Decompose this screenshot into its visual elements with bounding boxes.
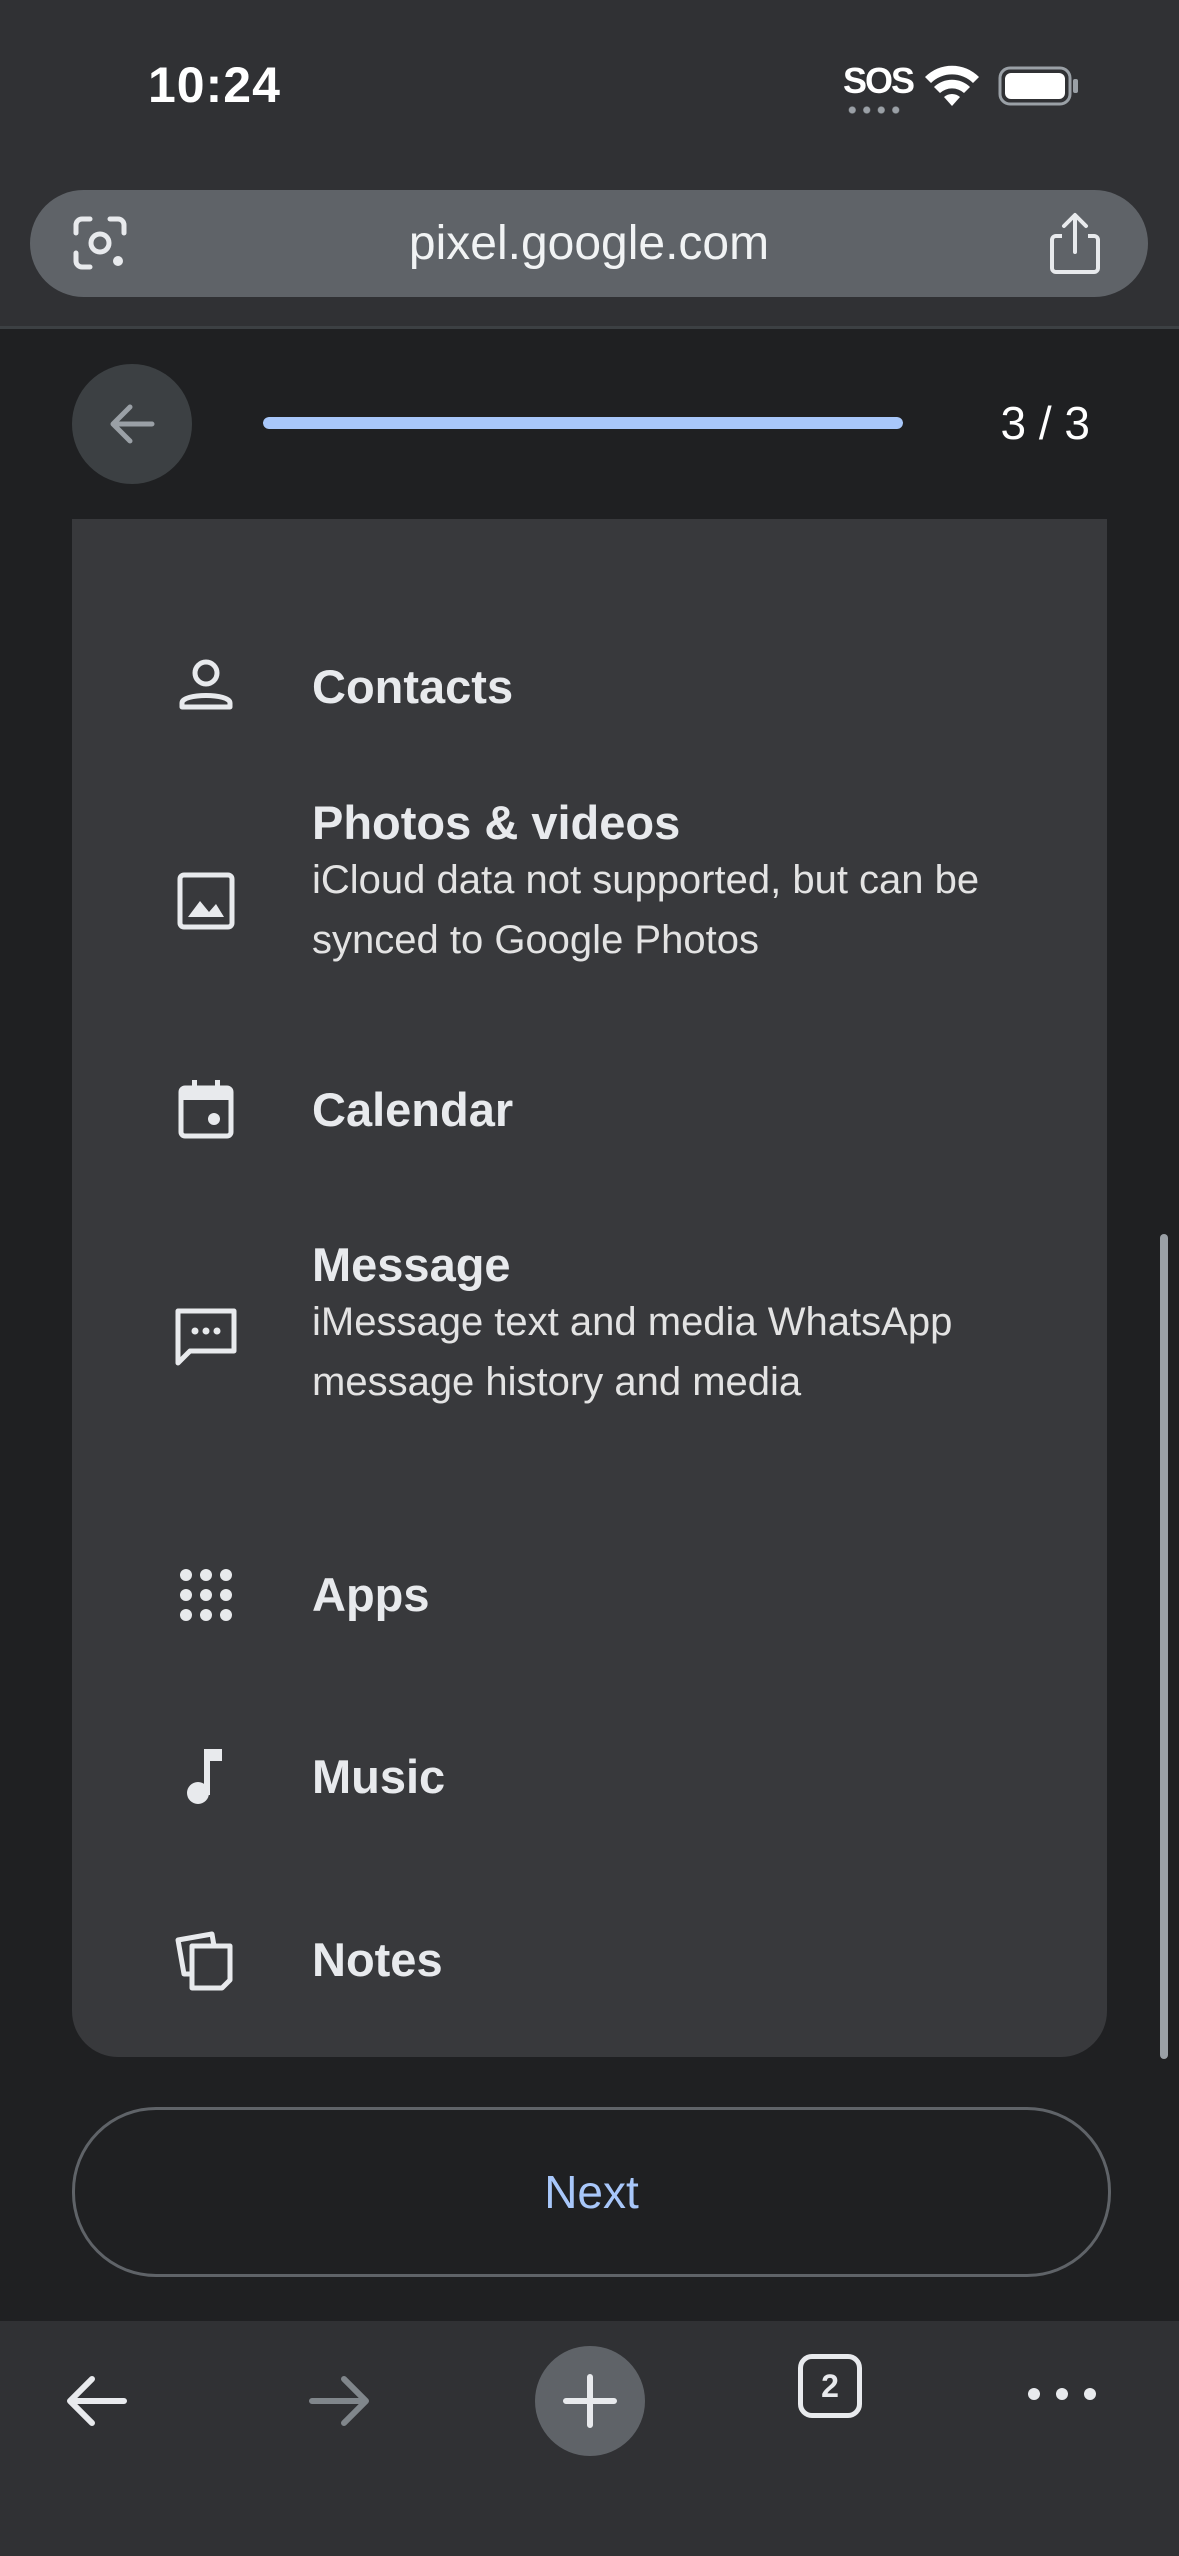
calendar-icon [178,1080,234,1139]
photo-icon [177,872,235,930]
url-text[interactable]: pixel.google.com [30,190,1148,297]
status-time: 10:24 [148,57,281,113]
transfer-items-card: Contacts Photos & videos iCloud data not… [72,519,1107,2057]
message-icon [175,1308,237,1366]
music-icon [187,1749,222,1804]
arrow-left-icon [110,404,155,444]
browser-toolbar: 2 [0,2321,1179,2556]
browser-chrome: 10:24 SOS pixel.google.com [0,0,1179,326]
wifi-icon [925,65,979,106]
signal-dots [845,106,903,114]
notes-icon [175,1931,233,1991]
progress-bar [263,417,903,429]
status-bar: 10:24 SOS [0,0,1179,170]
item-description: iMessage text and media WhatsApp message… [312,1300,953,1404]
item-title: Contacts [312,660,514,713]
sos-indicator: SOS [843,60,915,101]
back-button[interactable] [72,364,192,484]
next-button[interactable]: Next [72,2107,1111,2277]
item-title: Message [312,1238,511,1291]
item-title: Notes [312,1933,443,1986]
back-icon[interactable] [58,2363,134,2439]
contacts-icon [179,659,233,710]
new-tab-button[interactable] [535,2346,645,2456]
battery-icon [998,66,1078,106]
forward-icon[interactable] [302,2363,378,2439]
step-counter: 3 / 3 [1000,397,1090,449]
item-description: iCloud data not supported, but can be sy… [312,858,980,962]
progress-fill [263,417,903,429]
item-title: Calendar [312,1083,514,1136]
address-bar[interactable]: pixel.google.com [30,190,1148,297]
item-title: Apps [312,1568,430,1621]
new-tab-icon [563,2374,617,2428]
tabs-icon[interactable]: 2 [798,2354,862,2418]
more-icon[interactable] [1024,2379,1100,2409]
chrome-divider [0,326,1179,329]
apps-icon [180,1569,232,1621]
item-title: Music [312,1750,446,1803]
item-title: Photos & videos [312,796,681,849]
next-button-label: Next [544,2166,639,2218]
share-icon[interactable] [1044,210,1106,276]
scrollbar[interactable] [1160,1234,1168,2059]
